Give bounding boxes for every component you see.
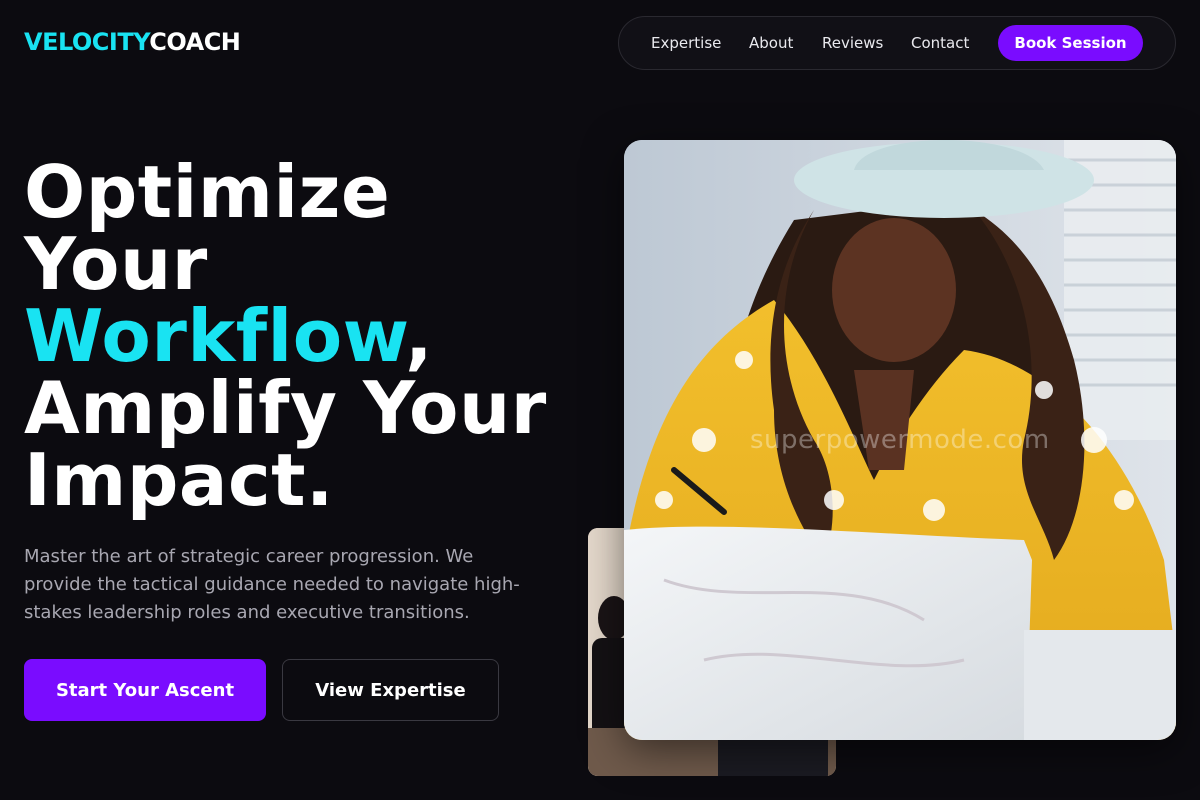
nav-link-reviews[interactable]: Reviews <box>822 34 883 52</box>
brand-logo-part1: VELOCITY <box>24 28 150 56</box>
start-ascent-button[interactable]: Start Your Ascent <box>24 659 266 721</box>
hero-subtitle: Master the art of strategic career progr… <box>24 546 520 623</box>
brand-logo-part2: COACH <box>149 28 241 56</box>
nav-link-expertise[interactable]: Expertise <box>651 34 721 52</box>
view-expertise-button[interactable]: View Expertise <box>282 659 499 721</box>
top-nav: Expertise About Reviews Contact Book Ses… <box>618 16 1176 70</box>
nav-link-contact[interactable]: Contact <box>911 34 969 52</box>
nav-link-about[interactable]: About <box>749 34 793 52</box>
headline-line5: Impact. <box>24 438 334 522</box>
image-watermark: superpowermode.com <box>750 425 1050 455</box>
hero-photo: superpowermode.com <box>624 140 1176 740</box>
hero-headline: Optimize Your Workflow, Amplify Your Imp… <box>24 156 584 516</box>
book-session-button[interactable]: Book Session <box>998 25 1143 61</box>
brand-logo[interactable]: VELOCITYCOACH <box>24 28 241 56</box>
